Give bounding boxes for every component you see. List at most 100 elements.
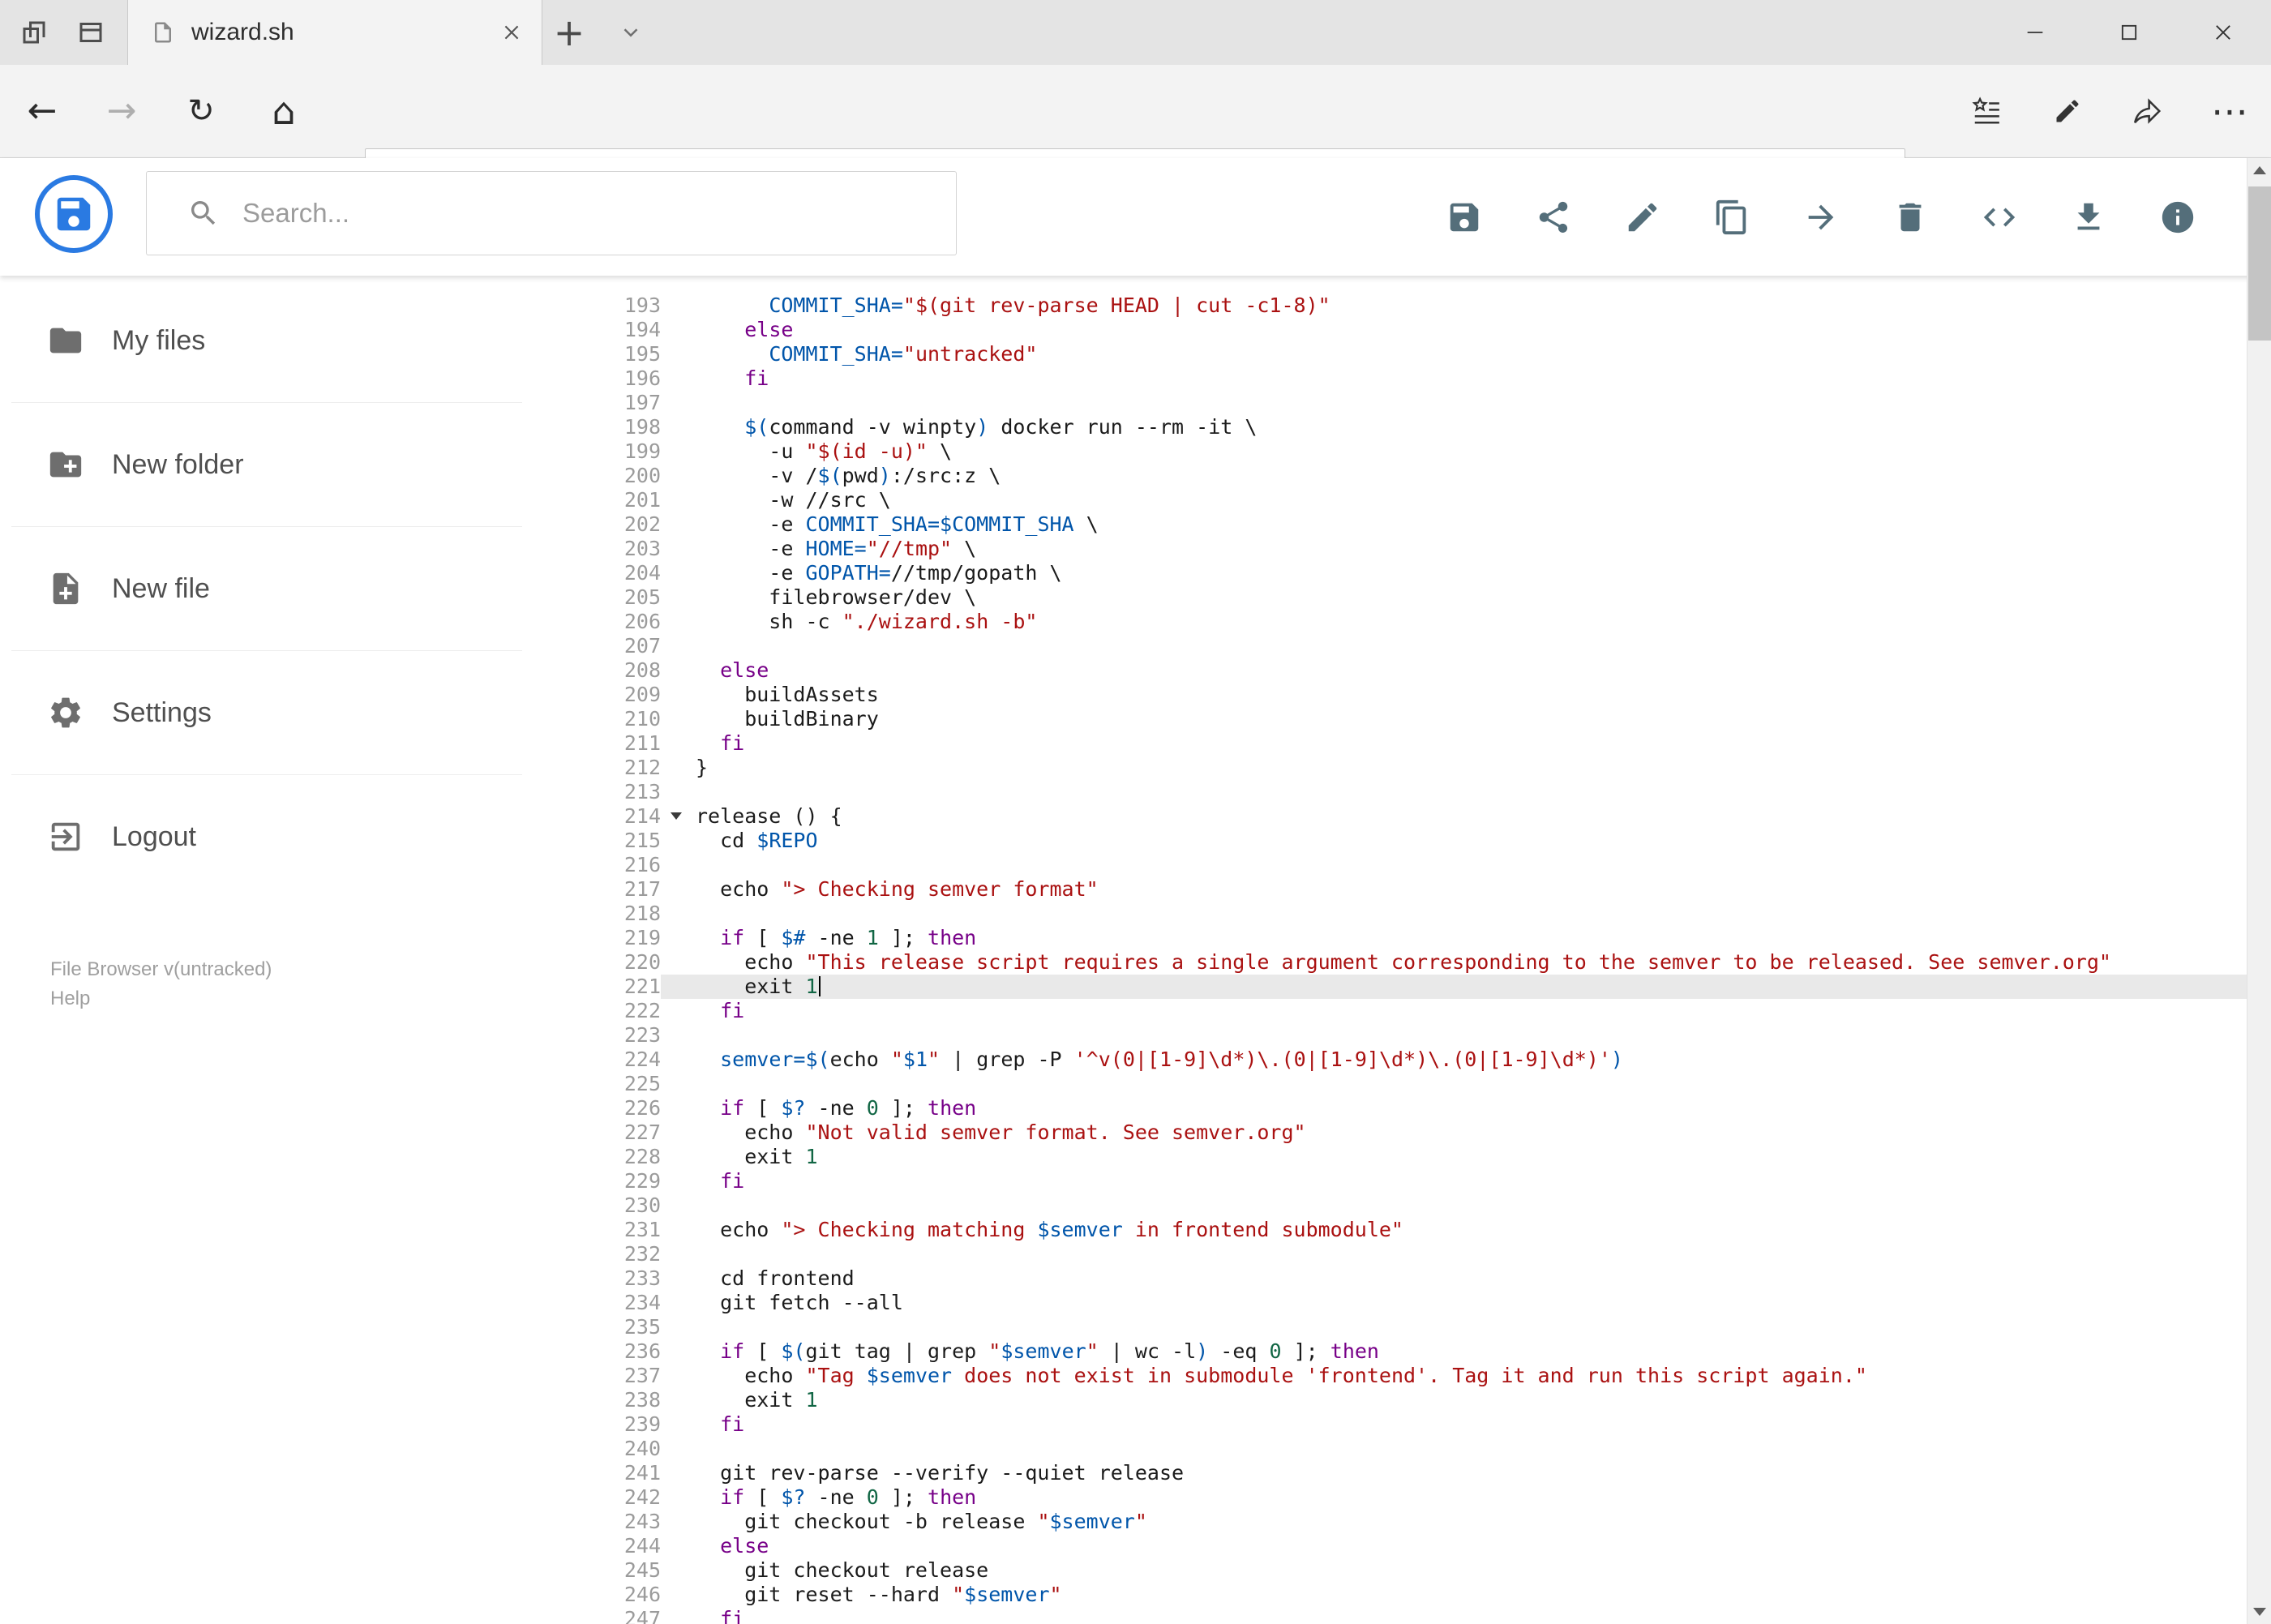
code-line[interactable]: 247 fi (600, 1607, 2247, 1624)
code-line[interactable]: 233 cd frontend (600, 1266, 2247, 1291)
code-line[interactable]: 237 echo "Tag $semver does not exist in … (600, 1364, 2247, 1388)
code-line[interactable]: 195 COMMIT_SHA="untracked" (600, 342, 2247, 366)
code-line[interactable]: 234 git fetch --all (600, 1291, 2247, 1315)
switch-editor-button[interactable] (1981, 199, 2018, 236)
move-button[interactable] (1802, 199, 1840, 236)
code-line[interactable]: 210 buildBinary (600, 707, 2247, 731)
share-page-icon[interactable] (2123, 65, 2175, 157)
code-line[interactable]: 218 (600, 902, 2247, 926)
code-line[interactable]: 213 (600, 780, 2247, 804)
code-line[interactable]: 240 (600, 1437, 2247, 1461)
code-line[interactable]: 217 echo "> Checking semver format" (600, 877, 2247, 902)
delete-button[interactable] (1892, 199, 1929, 236)
sidebar-item-settings[interactable]: Settings (0, 651, 600, 774)
line-number: 242 (623, 1485, 661, 1509)
code-line[interactable]: 205 filebrowser/dev \ (600, 585, 2247, 610)
code-text: if [ $? -ne 0 ]; then (720, 1096, 977, 1120)
code-line[interactable]: 238 exit 1 (600, 1388, 2247, 1412)
back-icon[interactable]: ← (16, 65, 68, 157)
download-button[interactable] (2070, 199, 2107, 236)
sidebar-item-new-file[interactable]: New file (0, 527, 600, 650)
refresh-icon[interactable]: ↻ (175, 65, 227, 157)
code-line[interactable]: 223 (600, 1023, 2247, 1048)
code-line[interactable]: 197 (600, 391, 2247, 415)
code-line[interactable]: 211 fi (600, 731, 2247, 756)
sidebar-item-logout[interactable]: Logout (0, 775, 600, 898)
code-line[interactable]: 228 exit 1 (600, 1145, 2247, 1169)
code-line[interactable]: 198 $(command -v winpty) docker run --rm… (600, 415, 2247, 439)
share-icon (1535, 199, 1572, 236)
scroll-up-arrow[interactable] (2247, 158, 2271, 182)
code-line[interactable]: 246 git reset --hard "$semver" (600, 1583, 2247, 1607)
code-line[interactable]: 229 fi (600, 1169, 2247, 1193)
home-icon[interactable]: ⌂ (258, 65, 310, 157)
copy-button[interactable] (1713, 199, 1750, 236)
code-line[interactable]: 214 release () { (600, 804, 2247, 829)
code-line[interactable]: 236 if [ $(git tag | grep "$semver" | wc… (600, 1339, 2247, 1364)
code-line[interactable]: 222 fi (600, 999, 2247, 1023)
code-line[interactable]: 239 fi (600, 1412, 2247, 1437)
code-line[interactable]: 226 if [ $? -ne 0 ]; then (600, 1096, 2247, 1121)
minimize-button[interactable] (2001, 0, 2069, 65)
forward-icon[interactable]: → (96, 65, 148, 157)
code-line[interactable]: 212} (600, 756, 2247, 780)
code-line[interactable]: 227 echo "Not valid semver format. See s… (600, 1121, 2247, 1145)
fold-arrow-icon[interactable] (671, 812, 682, 820)
code-line[interactable]: 206 sh -c "./wizard.sh -b" (600, 610, 2247, 634)
edit-button[interactable] (1624, 199, 1661, 236)
code-line[interactable]: 194 else (600, 318, 2247, 342)
tab-close-icon[interactable] (501, 22, 522, 43)
hub-favorites-icon[interactable] (1960, 65, 2012, 157)
code-text: git reset --hard "$semver" (696, 1583, 1062, 1606)
code-line[interactable]: 196 fi (600, 366, 2247, 391)
vertical-scrollbar[interactable] (2247, 158, 2271, 1624)
maximize-button[interactable] (2095, 0, 2163, 65)
code-line[interactable]: 202 -e COMMIT_SHA=$COMMIT_SHA \ (600, 512, 2247, 537)
code-line[interactable]: 216 (600, 853, 2247, 877)
code-line[interactable]: 244 else (600, 1534, 2247, 1558)
scroll-down-arrow[interactable] (2247, 1600, 2271, 1624)
code-line[interactable]: 231 echo "> Checking matching $semver in… (600, 1218, 2247, 1242)
code-line[interactable]: 224 semver=$(echo "$1" | grep -P '^v(0|[… (600, 1048, 2247, 1072)
search-box[interactable] (146, 171, 957, 255)
code-line[interactable]: 241 git rev-parse --verify --quiet relea… (600, 1461, 2247, 1485)
code-line[interactable]: 243 git checkout -b release "$semver" (600, 1510, 2247, 1534)
code-line[interactable]: 225 (600, 1072, 2247, 1096)
code-line[interactable]: 235 (600, 1315, 2247, 1339)
code-line[interactable]: 201 -w //src \ (600, 488, 2247, 512)
code-line[interactable]: 220 echo "This release script requires a… (600, 950, 2247, 975)
tab-preview-icon[interactable] (65, 0, 117, 65)
active-tab[interactable]: wizard.sh (127, 0, 542, 65)
code-line[interactable]: 200 -v /$(pwd):/src:z \ (600, 464, 2247, 488)
code-line[interactable]: 221 exit 1 (600, 975, 2247, 999)
code-line[interactable]: 199 -u "$(id -u)" \ (600, 439, 2247, 464)
code-line[interactable]: 193 COMMIT_SHA="$(git rev-parse HEAD | c… (600, 294, 2247, 318)
sidebar-item-my-files[interactable]: My files (0, 279, 600, 402)
code-line[interactable]: 208 else (600, 658, 2247, 683)
tab-list-chevron-icon[interactable] (606, 0, 655, 65)
info-button[interactable] (2159, 199, 2196, 236)
tabs-aside-icon[interactable] (8, 0, 60, 65)
code-line[interactable]: 232 (600, 1242, 2247, 1266)
code-line[interactable]: 230 (600, 1193, 2247, 1218)
scrollbar-thumb[interactable] (2248, 186, 2271, 341)
code-line[interactable]: 215 cd $REPO (600, 829, 2247, 853)
sidebar-item-new-folder[interactable]: New folder (0, 403, 600, 526)
web-note-pen-icon[interactable] (2042, 65, 2093, 157)
code-line[interactable]: 242 if [ $? -ne 0 ]; then (600, 1485, 2247, 1510)
save-button[interactable] (1446, 199, 1483, 236)
code-line[interactable]: 245 git checkout release (600, 1558, 2247, 1583)
code-editor[interactable]: 193 COMMIT_SHA="$(git rev-parse HEAD | c… (600, 276, 2247, 1624)
code-line[interactable]: 219 if [ $# -ne 1 ]; then (600, 926, 2247, 950)
code-line[interactable]: 207 (600, 634, 2247, 658)
close-window-button[interactable] (2189, 0, 2257, 65)
more-options-icon[interactable]: ⋯ (2204, 65, 2256, 157)
code-line[interactable]: 203 -e HOME="//tmp" \ (600, 537, 2247, 561)
code-line[interactable]: 209 buildAssets (600, 683, 2247, 707)
search-input[interactable] (241, 197, 956, 229)
new-tab-button[interactable]: + (545, 0, 593, 65)
help-link[interactable]: Help (50, 984, 272, 1013)
share-button[interactable] (1535, 199, 1572, 236)
code-line[interactable]: 204 -e GOPATH=//tmp/gopath \ (600, 561, 2247, 585)
